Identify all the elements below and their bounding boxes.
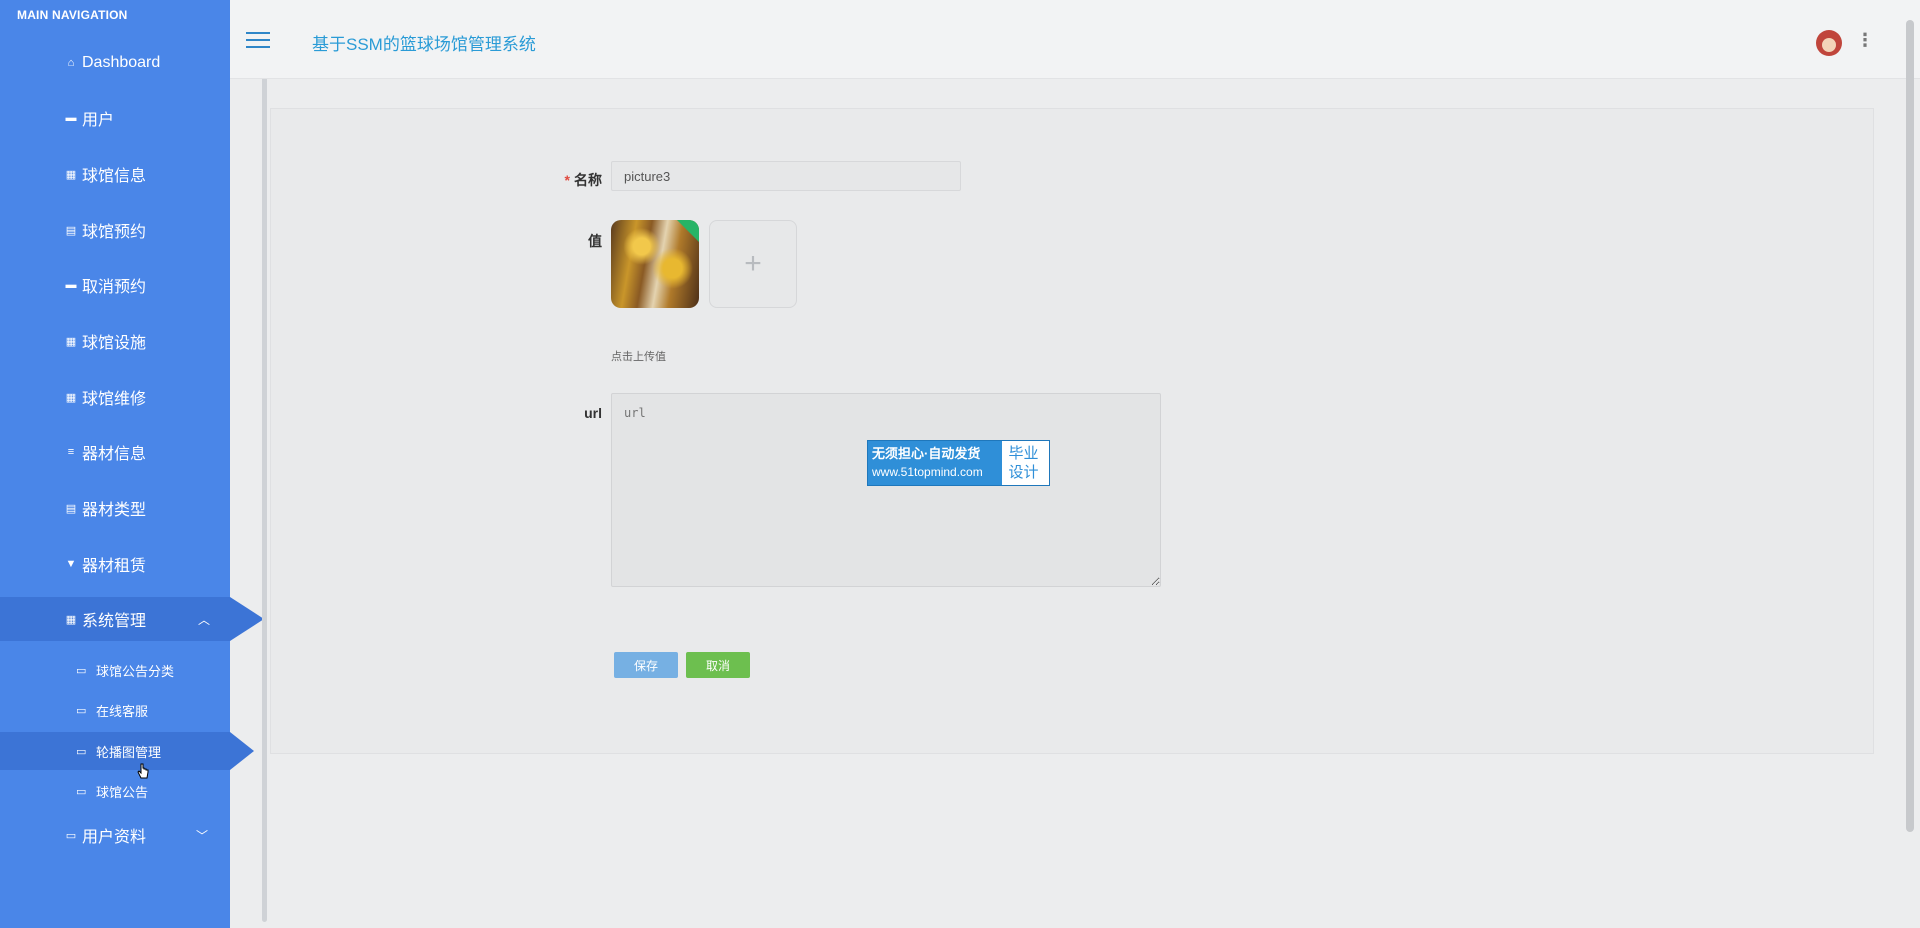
sidebar-item-label: 系统管理	[82, 613, 147, 630]
watermark-right-line1: 毕业	[1008, 445, 1039, 462]
sidebar-item-label: 球馆预约	[82, 224, 147, 241]
sidebar-item-users[interactable]: ▬ 用户	[0, 98, 230, 138]
sidebar-item-cancel-booking[interactable]: ▬ 取消预约	[0, 265, 230, 305]
value-label: 值	[588, 233, 602, 249]
sidebar-item-system-management[interactable]: ▦ 系统管理 ︿	[0, 597, 264, 641]
briefcase-icon: ▬	[65, 279, 77, 291]
chevron-down-icon: ﹀	[195, 828, 208, 843]
menu-toggle-icon[interactable]	[246, 32, 270, 50]
clipboard-icon: ▤	[65, 502, 77, 515]
url-textarea[interactable]	[611, 393, 1161, 587]
sidebar-item-venue-booking[interactable]: ▤ 球馆预约	[0, 210, 230, 250]
list-icon: ≡	[67, 446, 75, 458]
sidebar-item-label: 取消预约	[82, 279, 147, 296]
watermark-line1: 无须担心·自动发货	[872, 446, 981, 461]
watermark-right: 毕业 设计	[1002, 441, 1049, 485]
cancel-button[interactable]: 取消	[686, 652, 750, 678]
required-mark: *	[564, 172, 570, 188]
uploaded-image-thumbnail[interactable]	[611, 220, 699, 308]
watermark-banner: 无须担心·自动发货 www.51topmind.com 毕业 设计	[867, 440, 1050, 486]
name-label-text: 名称	[574, 172, 602, 188]
save-button[interactable]: 保存	[614, 652, 678, 678]
sidebar-item-label: 器材类型	[82, 502, 147, 519]
watermark-left: 无须担心·自动发货 www.51topmind.com	[868, 441, 1002, 485]
sidebar-item-label: 用户	[82, 112, 115, 129]
nav-section-title: MAIN NAVIGATION	[17, 8, 128, 22]
name-input[interactable]: picture3	[611, 161, 961, 191]
watermark-right-line2: 设计	[1008, 464, 1039, 481]
sidebar-item-venue-repair[interactable]: ▦ 球馆维修	[0, 377, 230, 417]
clipboard-icon: ▤	[65, 224, 77, 237]
hand-cursor-icon	[137, 763, 149, 779]
home-icon: ⌂	[67, 57, 75, 69]
card-icon: ▭	[65, 829, 77, 842]
sidebar-subitem-label: 球馆公告	[96, 784, 149, 800]
grid-icon: ▦	[65, 613, 77, 626]
sidebar: MAIN NAVIGATION ⌂ Dashboard ▬ 用户 ▦ 球馆信息 …	[0, 0, 264, 928]
folder-icon: ▭	[76, 664, 87, 677]
sidebar-item-user-profile[interactable]: ▭ 用户资料 ﹀	[0, 815, 230, 855]
url-label: url	[584, 405, 602, 421]
chevron-up-icon: ︿	[197, 612, 210, 627]
upload-plus-button[interactable]: +	[709, 220, 797, 308]
sidebar-item-label: Dashboard	[82, 54, 161, 71]
name-label: * 名称	[556, 170, 602, 190]
top-header: 基于SSM的篮球场馆管理系统 ⋮	[230, 0, 1920, 79]
sidebar-item-label: 器材信息	[82, 446, 147, 463]
folder-icon: ▭	[76, 785, 87, 798]
sidebar-item-label: 器材租赁	[82, 558, 147, 575]
sidebar-subitem-venue-notice[interactable]: ▭ 球馆公告	[0, 772, 230, 810]
watermark-line2: www.51topmind.com	[872, 465, 983, 479]
avatar[interactable]	[1816, 30, 1842, 56]
folder-icon: ▭	[76, 704, 87, 717]
grid-icon: ▦	[65, 391, 77, 404]
sidebar-item-equipment-info[interactable]: ≡ 器材信息	[0, 432, 230, 472]
sidebar-item-label: 球馆信息	[82, 168, 147, 185]
folder-icon: ▭	[76, 745, 87, 758]
chat-icon: ▬	[65, 112, 77, 124]
sidebar-item-venue-info[interactable]: ▦ 球馆信息	[0, 154, 230, 194]
sidebar-item-label: 球馆维修	[82, 391, 147, 408]
sidebar-scrollbar[interactable]	[262, 72, 267, 922]
sidebar-item-dashboard[interactable]: ⌂ Dashboard	[0, 43, 230, 83]
more-options-icon[interactable]: ⋮	[1856, 31, 1874, 49]
sidebar-subitem-carousel-management[interactable]: ▭ 轮播图管理	[0, 732, 254, 770]
page-scrollbar[interactable]	[1906, 20, 1914, 832]
sidebar-item-venue-facilities[interactable]: ▦ 球馆设施	[0, 321, 230, 361]
upload-hint: 点击上传值	[611, 351, 666, 363]
download-icon: ▼	[65, 558, 77, 570]
sidebar-subitem-online-service[interactable]: ▭ 在线客服	[0, 691, 230, 729]
sidebar-item-label: 用户资料	[82, 829, 147, 846]
sidebar-item-equipment-rental[interactable]: ▼ 器材租赁	[0, 544, 230, 584]
sidebar-item-label: 球馆设施	[82, 335, 147, 352]
sidebar-item-equipment-type[interactable]: ▤ 器材类型	[0, 488, 230, 528]
sidebar-subitem-label: 轮播图管理	[96, 744, 162, 760]
app-title: 基于SSM的篮球场馆管理系统	[312, 35, 536, 54]
sidebar-subitem-notice-category[interactable]: ▭ 球馆公告分类	[0, 651, 230, 689]
grid-icon: ▦	[65, 168, 77, 181]
sidebar-subitem-label: 在线客服	[96, 703, 149, 719]
sidebar-subitem-label: 球馆公告分类	[96, 663, 175, 679]
grid-icon: ▦	[65, 335, 77, 348]
